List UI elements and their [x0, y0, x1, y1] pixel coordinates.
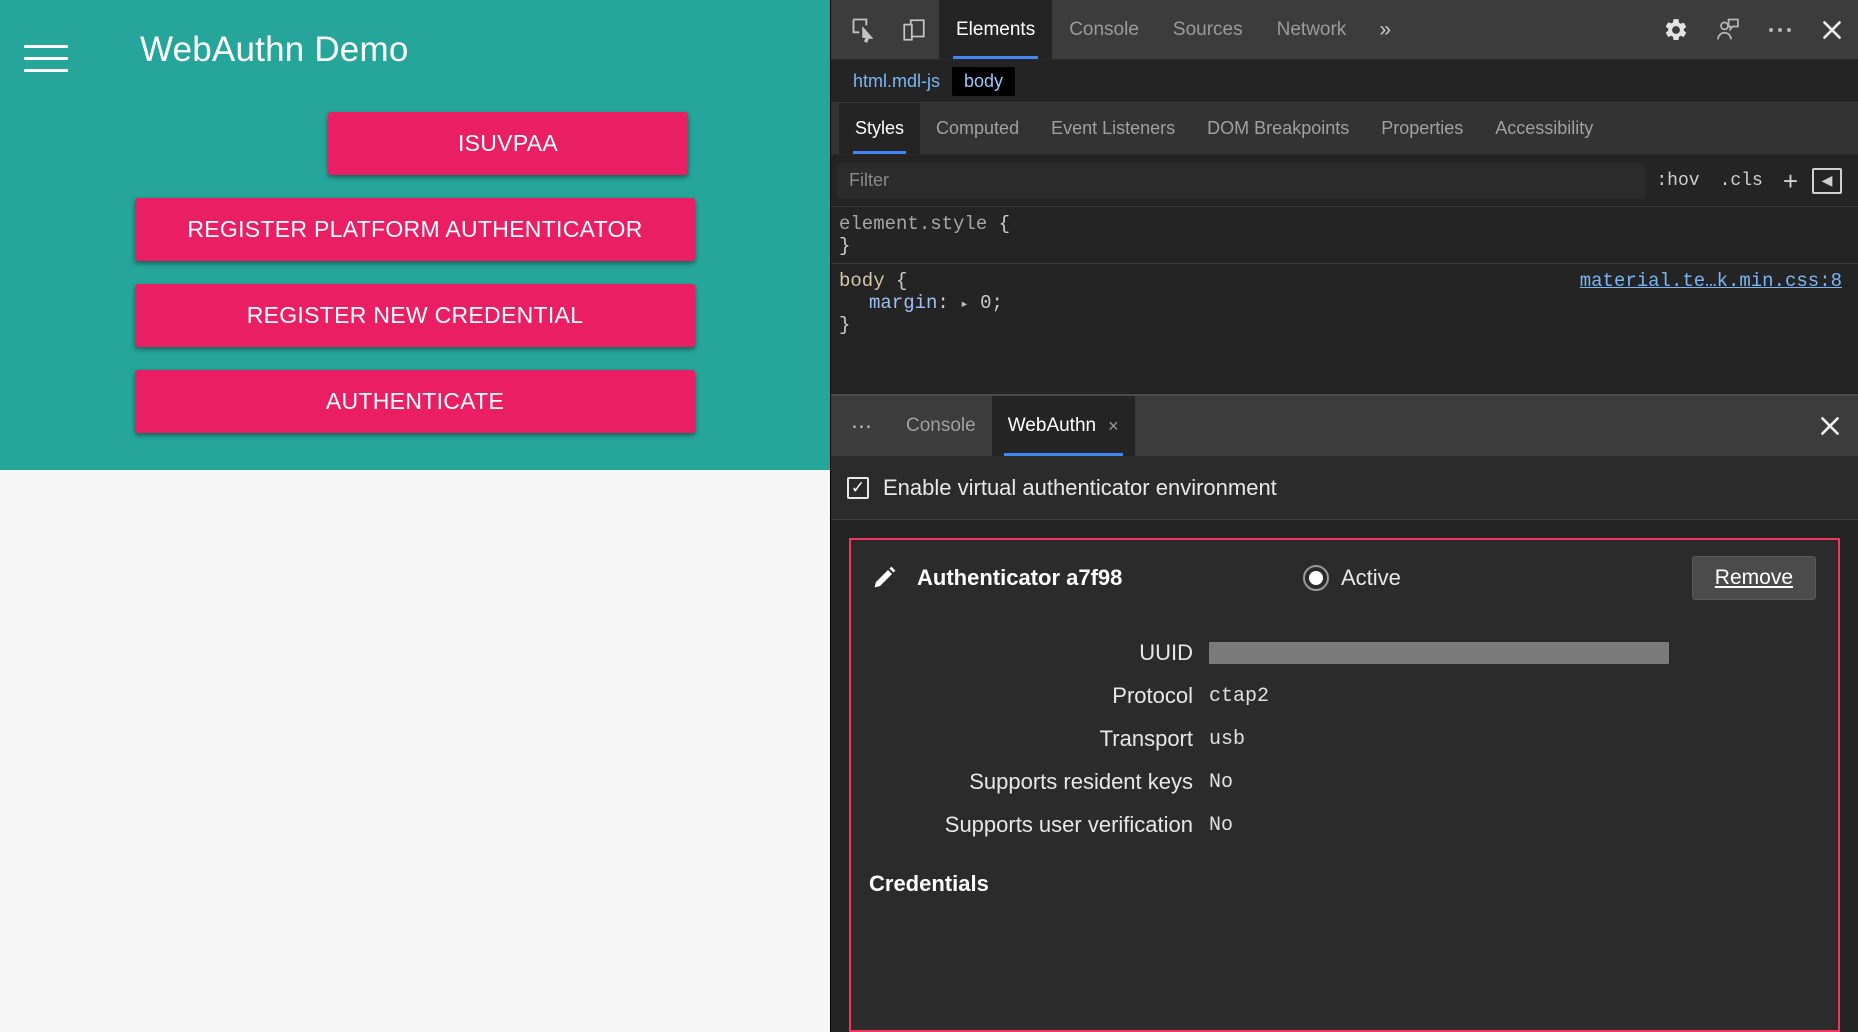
property-value: No	[1209, 771, 1233, 794]
hov-button[interactable]: :hov	[1646, 171, 1709, 191]
breadcrumb-item-body[interactable]: body	[952, 67, 1015, 96]
enable-virtual-authenticator-label: Enable virtual authenticator environment	[883, 475, 1277, 501]
tab-elements[interactable]: Elements	[939, 0, 1052, 59]
property-label: Protocol	[869, 683, 1209, 709]
property-row-transport: Transport usb	[869, 726, 1820, 752]
tab-computed[interactable]: Computed	[920, 103, 1035, 154]
hamburger-bar	[24, 69, 68, 72]
tab-event-listeners[interactable]: Event Listeners	[1035, 103, 1191, 154]
property-value: usb	[1209, 728, 1245, 751]
toolbar-spacer	[1407, 0, 1650, 59]
uuid-redacted-bar	[1209, 642, 1669, 664]
devtools-main-toolbar: Elements Console Sources Network »	[831, 0, 1858, 60]
property-label: Supports resident keys	[869, 769, 1209, 795]
css-close-brace: }	[839, 235, 1858, 257]
authenticator-card: Authenticator a7f98 Active Remove	[849, 538, 1840, 1032]
cls-button[interactable]: .cls	[1710, 171, 1773, 191]
property-row-protocol: Protocol ctap2	[869, 683, 1820, 709]
authenticator-card-header: Authenticator a7f98 Active Remove	[869, 540, 1820, 616]
drawer-tab-close-icon[interactable]: ×	[1108, 416, 1119, 437]
active-radio-button[interactable]	[1303, 565, 1329, 591]
property-label: Supports user verification	[869, 812, 1209, 838]
tab-accessibility[interactable]: Accessibility	[1479, 103, 1609, 154]
css-rule-body[interactable]: body { material.te…k.min.css:8 margin: ▸…	[831, 263, 1858, 342]
property-row-uuid: UUID	[869, 640, 1820, 666]
hamburger-bar	[24, 45, 68, 48]
css-close-brace: }	[839, 314, 1858, 336]
styles-sidebar-tabs: Styles Computed Event Listeners DOM Brea…	[831, 103, 1858, 155]
hamburger-menu-icon[interactable]	[24, 36, 76, 80]
sidebar-toggle-icon[interactable]: ◀	[1812, 168, 1842, 194]
page-content-area	[0, 470, 830, 1032]
credentials-heading: Credentials	[869, 855, 1820, 897]
webauthn-content-scroll: Authenticator a7f98 Active Remove	[831, 520, 1858, 1032]
active-radio-label: Active	[1341, 565, 1401, 591]
drawer-more-icon[interactable]: ⋯	[831, 396, 890, 456]
drawer-tab-webauthn[interactable]: WebAuthn ×	[992, 396, 1135, 456]
tab-sources[interactable]: Sources	[1156, 0, 1260, 59]
css-selector: body	[839, 270, 885, 292]
drawer-close-icon[interactable]	[1802, 396, 1858, 456]
property-label: Transport	[869, 726, 1209, 752]
tab-dom-breakpoints[interactable]: DOM Breakpoints	[1191, 103, 1365, 154]
property-row-user-verification: Supports user verification No	[869, 812, 1820, 838]
css-property-value: 0	[980, 292, 991, 314]
pencil-edit-icon[interactable]	[869, 563, 903, 593]
devtools-drawer: ⋯ Console WebAuthn × ✓ Enable virtual au…	[831, 394, 1858, 1032]
drawer-tab-console[interactable]: Console	[890, 396, 992, 456]
device-toolbar-icon[interactable]	[889, 0, 939, 59]
page-header: WebAuthn Demo ISUVPAA REGISTER PLATFORM …	[0, 0, 830, 470]
property-value: No	[1209, 814, 1233, 837]
tab-styles[interactable]: Styles	[839, 103, 920, 154]
register-new-credential-button[interactable]: REGISTER NEW CREDENTIAL	[135, 284, 695, 347]
active-radio-dot	[1309, 571, 1323, 585]
action-button-stack: ISUVPAA REGISTER PLATFORM AUTHENTICATOR …	[0, 112, 830, 433]
register-platform-authenticator-button[interactable]: REGISTER PLATFORM AUTHENTICATOR	[135, 198, 695, 261]
authenticator-title: Authenticator a7f98	[917, 565, 1122, 591]
devtools-panel: Elements Console Sources Network »	[830, 0, 1858, 1032]
authenticator-active-radio-group[interactable]: Active	[1303, 565, 1401, 591]
css-selector: element.style	[839, 213, 987, 235]
enable-virtual-authenticator-checkbox[interactable]: ✓	[847, 477, 869, 499]
screen-root: WebAuthn Demo ISUVPAA REGISTER PLATFORM …	[0, 0, 1858, 1032]
drawer-tab-webauthn-label: WebAuthn	[1008, 415, 1096, 437]
css-property-name: margin	[869, 292, 937, 314]
css-rule-element-style[interactable]: element.style { }	[831, 207, 1858, 263]
styles-rules-pane: element.style { } body { material.te…k.m…	[831, 207, 1858, 394]
tab-properties[interactable]: Properties	[1365, 103, 1479, 154]
styles-filter-toolbar: :hov .cls + ◀	[831, 155, 1858, 207]
enable-virtual-authenticator-row[interactable]: ✓ Enable virtual authenticator environme…	[831, 456, 1858, 520]
drawer-tab-bar: ⋯ Console WebAuthn ×	[831, 396, 1858, 456]
ellipsis-icon[interactable]	[1754, 0, 1806, 59]
css-declaration[interactable]: margin: ▸ 0;	[839, 292, 1858, 314]
drawer-spacer	[1135, 396, 1802, 456]
breadcrumb-item-html[interactable]: html.mdl-js	[841, 67, 952, 96]
feedback-person-icon[interactable]	[1702, 0, 1754, 59]
authenticate-button[interactable]: AUTHENTICATE	[135, 370, 695, 433]
isuvpaa-button[interactable]: ISUVPAA	[328, 112, 688, 175]
property-label: UUID	[869, 640, 1209, 666]
gear-icon[interactable]	[1650, 0, 1702, 59]
close-icon[interactable]	[1806, 0, 1858, 59]
property-value: ctap2	[1209, 685, 1269, 708]
inspect-element-icon[interactable]	[839, 0, 889, 59]
web-page-viewport: WebAuthn Demo ISUVPAA REGISTER PLATFORM …	[0, 0, 830, 1032]
remove-button-label: Remove	[1715, 566, 1793, 589]
filter-input[interactable]	[837, 163, 1646, 199]
hamburger-bar	[24, 57, 68, 60]
more-tabs-chevron-icon[interactable]: »	[1363, 0, 1407, 59]
breadcrumb: html.mdl-js body	[831, 60, 1858, 103]
css-source-link[interactable]: material.te…k.min.css:8	[1580, 270, 1842, 292]
authenticator-properties: UUID Protocol ctap2 Transport usb	[869, 616, 1820, 838]
webauthn-panel: ✓ Enable virtual authenticator environme…	[831, 456, 1858, 1032]
property-row-resident-keys: Supports resident keys No	[869, 769, 1820, 795]
page-title: WebAuthn Demo	[140, 30, 408, 70]
tab-console[interactable]: Console	[1052, 0, 1156, 59]
remove-authenticator-button[interactable]: Remove	[1692, 556, 1816, 600]
css-open-brace: {	[896, 270, 907, 292]
new-style-rule-button[interactable]: +	[1773, 168, 1808, 194]
expand-triangle-icon[interactable]: ▸	[960, 297, 968, 313]
css-open-brace: {	[999, 213, 1010, 235]
tab-network[interactable]: Network	[1260, 0, 1364, 59]
